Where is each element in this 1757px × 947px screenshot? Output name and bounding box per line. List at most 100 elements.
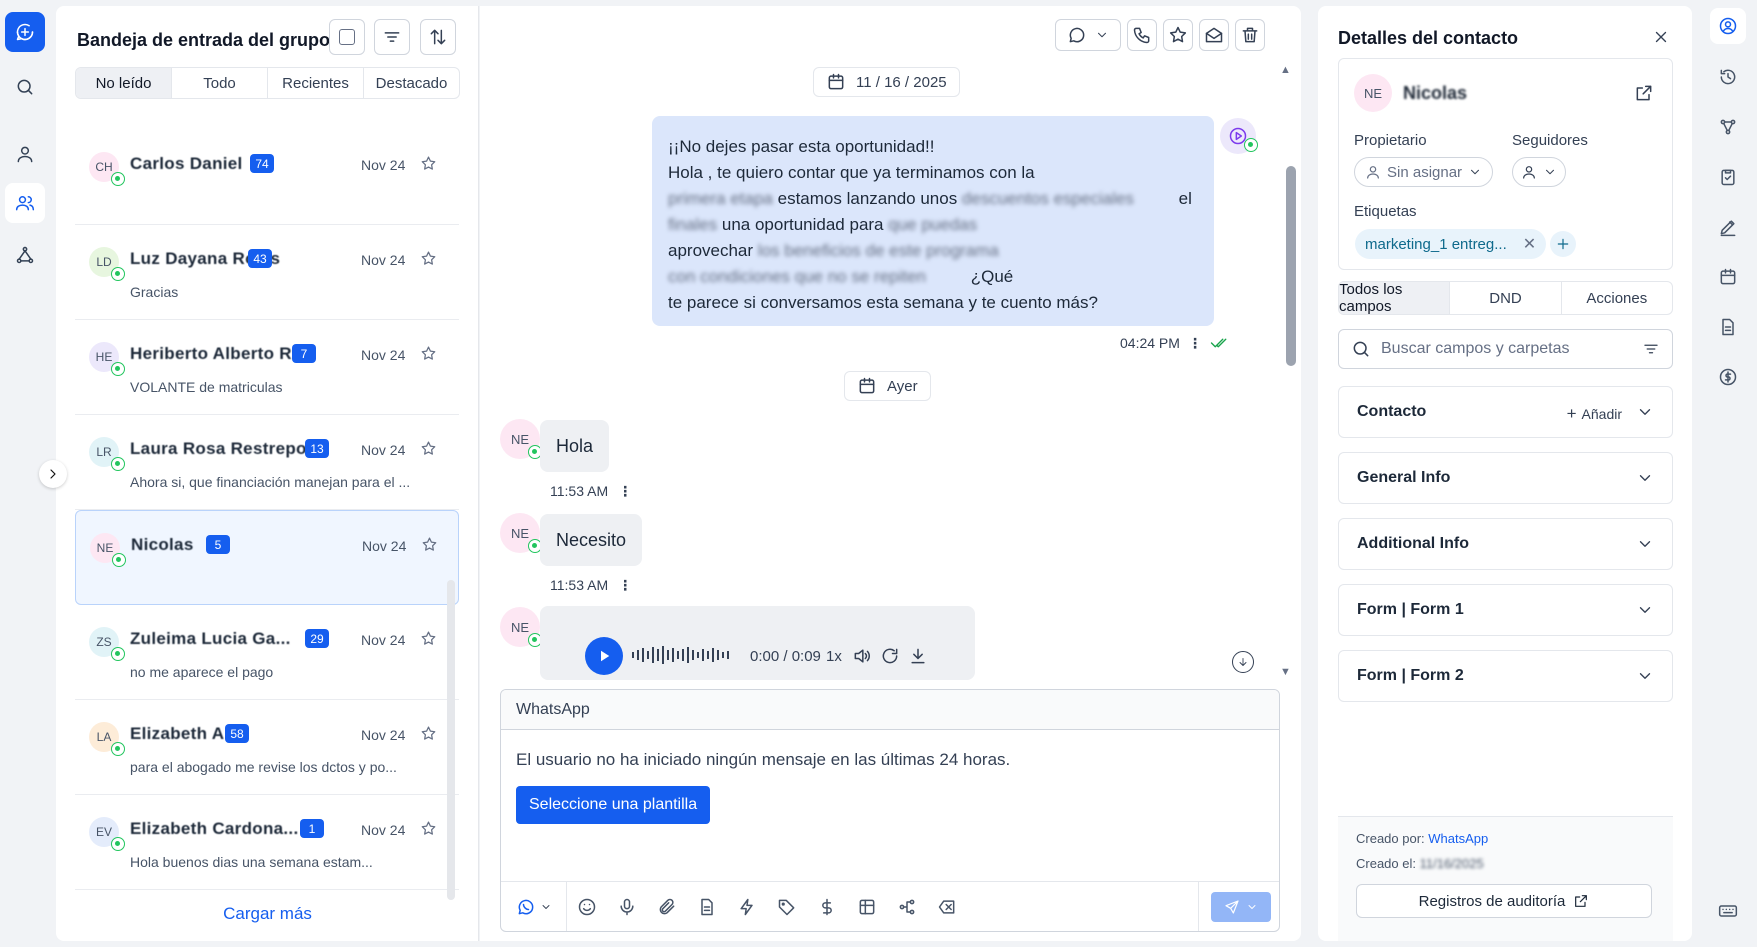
more-options-icon[interactable]: ⋮ (1188, 335, 1202, 352)
whatsapp-icon (111, 362, 125, 376)
star-icon[interactable] (420, 725, 437, 742)
chat-scrollbar[interactable] (1286, 166, 1296, 366)
tab-all[interactable]: Todo (172, 68, 268, 98)
nav-search[interactable] (5, 67, 45, 107)
tab-actions[interactable]: Acciones (1562, 282, 1672, 314)
send-button[interactable] (1211, 892, 1271, 922)
section-general-info[interactable]: General Info (1338, 452, 1673, 504)
tab-all-fields[interactable]: Todos los campos (1339, 282, 1451, 314)
remove-tag-icon[interactable]: ✕ (1523, 234, 1536, 254)
appointments-tab[interactable] (1710, 259, 1746, 295)
close-details-button[interactable] (1652, 28, 1670, 46)
audio-play-button[interactable] (585, 637, 623, 675)
select-all-checkbox[interactable] (329, 19, 365, 55)
tab-recent[interactable]: Recientes (268, 68, 364, 98)
star-icon[interactable] (420, 820, 437, 837)
tag-button[interactable] (767, 897, 807, 917)
voice-button[interactable] (607, 897, 647, 917)
star-conversation-button[interactable] (1163, 19, 1193, 51)
add-tag-button[interactable] (1550, 231, 1576, 257)
conversation-item[interactable]: NE Nicolas 5 Nov 24 (75, 510, 459, 605)
audit-footer: Creado por: WhatsApp Creado el: 11/16/20… (1338, 816, 1673, 941)
section-contact[interactable]: Contacto + Añadir (1338, 386, 1673, 438)
volume-button[interactable] (852, 646, 872, 666)
call-button[interactable] (1127, 19, 1157, 51)
emoji-button[interactable] (567, 897, 607, 917)
opportunities-tab[interactable] (1710, 109, 1746, 145)
playback-rate-button[interactable]: 1x (826, 648, 842, 665)
tasks-tab[interactable] (1710, 159, 1746, 195)
chat-plus-icon (16, 23, 34, 41)
more-options-icon[interactable]: ⋮ (618, 577, 632, 594)
select-template-button[interactable]: Seleccione una plantilla (516, 786, 711, 824)
calendar-icon (828, 73, 844, 90)
conversation-item[interactable]: ZS Zuleima Lucia Ga... 29 Nov 24 no me apare… (75, 605, 459, 700)
workflow-button[interactable] (887, 897, 927, 917)
conversation-item[interactable]: LA Elizabeth A 58 Nov 24 para el abogado me … (75, 700, 459, 795)
download-audio-button[interactable] (908, 646, 928, 666)
notes-tab[interactable] (1710, 209, 1746, 245)
star-icon[interactable] (421, 536, 438, 553)
delete-conversation-button[interactable] (1235, 19, 1265, 51)
documents-tab[interactable] (1710, 309, 1746, 345)
jump-to-latest-button[interactable] (1232, 651, 1254, 673)
star-icon[interactable] (420, 345, 437, 362)
star-icon[interactable] (420, 250, 437, 267)
sort-button[interactable] (420, 19, 456, 55)
open-contact-button[interactable] (1634, 83, 1654, 103)
add-field-button[interactable]: + Añadir (1567, 404, 1622, 424)
attach-button[interactable] (647, 897, 687, 917)
conversation-item[interactable]: CH Carlos Daniel 74 Nov 24 (75, 130, 459, 225)
tab-starred[interactable]: Destacado (364, 68, 459, 98)
owner-select[interactable]: Sin asignar (1354, 157, 1494, 187)
star-icon[interactable] (420, 630, 437, 647)
nav-group-inbox[interactable] (5, 183, 45, 223)
nav-workflows[interactable] (5, 235, 45, 275)
more-options-icon[interactable]: ⋮ (618, 483, 632, 500)
document-button[interactable] (687, 897, 727, 917)
snippets-button[interactable] (727, 897, 767, 917)
conversation-item[interactable]: LR Laura Rosa Restrepo... 13 Nov 24 Ahora si… (75, 415, 459, 510)
redacted-text: con condiciones que no se repiten (668, 267, 927, 286)
audit-log-button[interactable]: Registros de auditoría (1356, 884, 1652, 918)
conversation-item[interactable]: EV Elizabeth Cardona... 1 Nov 24 Hola buenos… (75, 795, 459, 890)
star-icon[interactable] (420, 440, 437, 457)
section-form-2[interactable]: Form | Form 2 (1338, 650, 1673, 702)
mark-unread-button[interactable] (1199, 19, 1229, 51)
assign-dropdown[interactable] (1055, 19, 1121, 51)
phone-icon (1133, 27, 1150, 44)
redacted-text: descuentos especiales (961, 189, 1134, 208)
scroll-down-arrow[interactable]: ▼ (1280, 666, 1291, 678)
inbox-scrollbar[interactable] (447, 580, 455, 900)
clear-button[interactable] (927, 897, 967, 917)
followers-select[interactable] (1512, 157, 1566, 187)
chevron-down-icon (1639, 475, 1651, 481)
nav-contacts[interactable] (5, 134, 45, 174)
section-additional-info[interactable]: Additional Info (1338, 518, 1673, 570)
audio-waveform[interactable] (632, 646, 729, 664)
incoming-message: Hola (540, 420, 610, 472)
created-by-link[interactable]: WhatsApp (1428, 831, 1488, 846)
filter-button[interactable] (374, 19, 410, 55)
channel-selector[interactable] (501, 881, 567, 931)
filter-icon[interactable] (1642, 340, 1660, 358)
keyboard-shortcuts-button[interactable] (1710, 893, 1746, 929)
tab-unread[interactable]: No leído (76, 68, 172, 98)
section-form-1[interactable]: Form | Form 1 (1338, 584, 1673, 636)
replay-button[interactable] (880, 646, 900, 666)
new-message-button[interactable] (5, 12, 45, 52)
star-icon[interactable] (420, 155, 437, 172)
tab-dnd[interactable]: DND (1450, 282, 1562, 314)
conversation-item[interactable]: LD Luz Dayana Rojas 43 Nov 24 Gracias (75, 225, 459, 320)
conversation-item[interactable]: HEHeriberto Alberto Ruiz...7Nov 24VOLANT… (75, 320, 459, 415)
payments-tab[interactable] (1710, 359, 1746, 395)
form-button[interactable] (847, 897, 887, 917)
fields-search[interactable]: Buscar campos y carpetas (1338, 329, 1673, 369)
expand-sidebar-button[interactable] (39, 460, 67, 488)
load-more-link[interactable]: Cargar más (56, 904, 479, 924)
section-label: Form | Form 1 (1357, 601, 1464, 618)
activity-tab[interactable] (1710, 59, 1746, 95)
payment-button[interactable] (807, 897, 847, 917)
scroll-up-arrow[interactable]: ▲ (1280, 64, 1291, 76)
contact-details-tab[interactable] (1710, 8, 1746, 44)
